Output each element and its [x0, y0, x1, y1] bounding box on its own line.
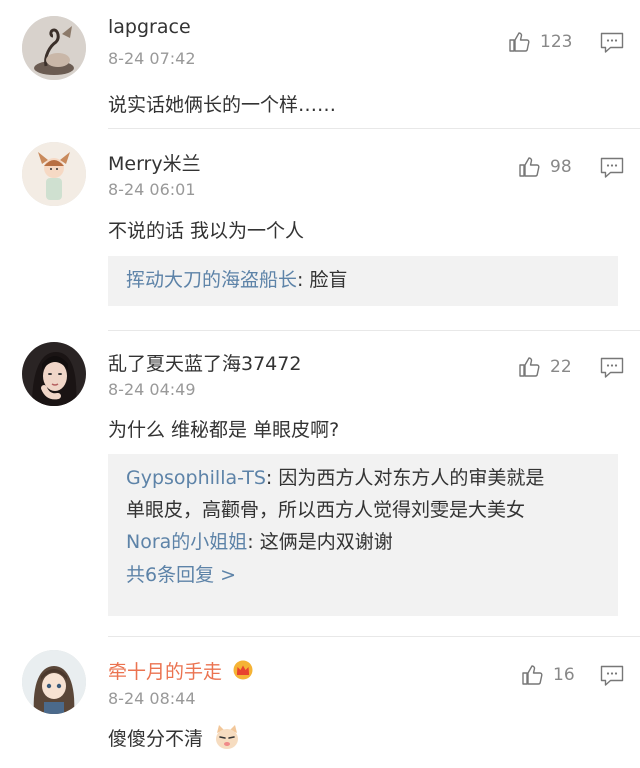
- cartoon-girl-avatar: [22, 142, 86, 206]
- divider: [108, 330, 640, 331]
- username[interactable]: lapgrace: [108, 16, 191, 38]
- reply-button[interactable]: [600, 357, 624, 379]
- reply-separator: :: [265, 467, 279, 489]
- timestamp: 8-24 07:42: [108, 49, 196, 68]
- divider: [108, 128, 640, 129]
- reply-text: 单眼皮，高颧骨，所以西方人觉得刘雯是大美女: [126, 499, 526, 521]
- like-count: 123: [540, 32, 573, 52]
- avatar[interactable]: [22, 142, 86, 206]
- comment-text: 不说的话 我以为一个人: [108, 220, 305, 242]
- avatar[interactable]: [22, 650, 86, 714]
- thumbs-up-icon: [522, 665, 543, 685]
- reply-box: 挥动大刀的海盗船长: 脸盲: [108, 256, 618, 306]
- comment-text: 傻傻分不清: [108, 728, 204, 750]
- reply-text: 脸盲: [309, 269, 348, 291]
- anime-girl-avatar: [22, 650, 86, 714]
- comment-text-row: 傻傻分不清: [108, 723, 241, 751]
- username-text: 牵十月的手走: [108, 661, 223, 683]
- comment-text: 说实话她俩长的一个样……: [108, 94, 337, 116]
- like-count: 98: [550, 157, 572, 177]
- reply-button[interactable]: [600, 32, 624, 54]
- reply-separator: :: [247, 531, 260, 553]
- like-button[interactable]: 22: [518, 355, 572, 379]
- vip-crown-icon: [233, 660, 253, 680]
- thumbs-up-icon: [519, 357, 540, 377]
- comment-icon: [600, 157, 624, 178]
- reply-item-continued: 单眼皮，高颧骨，所以西方人觉得刘雯是大美女: [126, 494, 600, 526]
- reply-separator: :: [297, 269, 310, 291]
- avatar[interactable]: [22, 342, 86, 406]
- reply-button[interactable]: [600, 665, 624, 687]
- like-button[interactable]: 16: [521, 663, 575, 687]
- like-button[interactable]: 123: [508, 30, 572, 54]
- cat-face-emoji-icon: [216, 725, 239, 749]
- avatar[interactable]: [22, 16, 86, 80]
- divider: [108, 636, 640, 637]
- reply-box: Gypsophilla-TS: 因为西方人对东方人的审美就是 单眼皮，高颧骨，所…: [108, 454, 618, 616]
- view-more-replies-link[interactable]: 共6条回复 >: [126, 558, 600, 592]
- reply-username[interactable]: 挥动大刀的海盗船长: [126, 269, 297, 291]
- reply-username[interactable]: Gypsophilla-TS: [126, 467, 266, 489]
- reply-item: 挥动大刀的海盗船长: 脸盲: [126, 264, 600, 296]
- thumbs-up-icon: [509, 32, 530, 52]
- reply-item: Nora的小姐姐: 这俩是内双谢谢: [126, 526, 600, 558]
- timestamp: 8-24 06:01: [108, 180, 196, 199]
- swan-figurine-avatar: [22, 16, 86, 80]
- username[interactable]: 牵十月的手走: [108, 657, 254, 684]
- timestamp: 8-24 08:44: [108, 689, 196, 708]
- reply-button[interactable]: [600, 157, 624, 179]
- comment-text: 为什么 维秘都是 单眼皮啊?: [108, 419, 340, 441]
- reply-text: 这俩是内双谢谢: [259, 531, 393, 553]
- like-button[interactable]: 98: [518, 155, 572, 179]
- timestamp: 8-24 04:49: [108, 380, 196, 399]
- comment-icon: [600, 665, 624, 686]
- like-count: 22: [550, 357, 572, 377]
- reply-username[interactable]: Nora的小姐姐: [126, 531, 247, 553]
- comment-icon: [600, 357, 624, 378]
- like-count: 16: [553, 665, 575, 685]
- username[interactable]: Merry米兰: [108, 149, 201, 176]
- portrait-photo-avatar: [22, 342, 86, 406]
- comment-icon: [600, 32, 624, 53]
- reply-text: 因为西方人对东方人的审美就是: [278, 467, 545, 489]
- username[interactable]: 乱了夏天蓝了海37472: [108, 349, 301, 376]
- reply-item: Gypsophilla-TS: 因为西方人对东方人的审美就是: [126, 462, 600, 494]
- thumbs-up-icon: [519, 157, 540, 177]
